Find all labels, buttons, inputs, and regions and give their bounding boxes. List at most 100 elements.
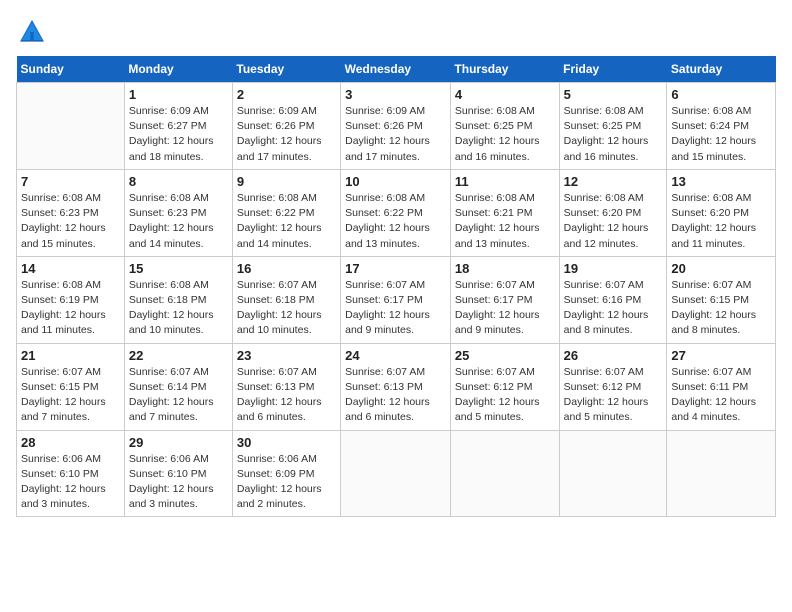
weekday-header: Saturday — [667, 56, 776, 83]
calendar-table: SundayMondayTuesdayWednesdayThursdayFrid… — [16, 56, 776, 517]
calendar-cell — [17, 83, 125, 170]
day-info: Sunrise: 6:07 AMSunset: 6:17 PMDaylight:… — [455, 278, 555, 339]
day-info: Sunrise: 6:07 AMSunset: 6:13 PMDaylight:… — [237, 365, 336, 426]
day-number: 21 — [21, 348, 120, 363]
calendar-cell: 3 Sunrise: 6:09 AMSunset: 6:26 PMDaylight… — [341, 83, 451, 170]
day-info: Sunrise: 6:07 AMSunset: 6:11 PMDaylight:… — [671, 365, 771, 426]
day-info: Sunrise: 6:09 AMSunset: 6:26 PMDaylight:… — [345, 104, 446, 165]
weekday-header: Sunday — [17, 56, 125, 83]
calendar-cell: 2 Sunrise: 6:09 AMSunset: 6:26 PMDaylight… — [232, 83, 340, 170]
day-number: 28 — [21, 435, 120, 450]
calendar-cell: 6 Sunrise: 6:08 AMSunset: 6:24 PMDaylight… — [667, 83, 776, 170]
day-number: 7 — [21, 174, 120, 189]
calendar-cell: 16 Sunrise: 6:07 AMSunset: 6:18 PMDayligh… — [232, 256, 340, 343]
calendar-week-row: 1 Sunrise: 6:09 AMSunset: 6:27 PMDaylight… — [17, 83, 776, 170]
weekday-header: Monday — [124, 56, 232, 83]
calendar-cell: 12 Sunrise: 6:08 AMSunset: 6:20 PMDayligh… — [559, 169, 667, 256]
day-number: 3 — [345, 87, 446, 102]
calendar-cell: 5Sunrise: 6:08 AMSunset: 6:25 PMDaylight… — [559, 83, 667, 170]
calendar-cell: 29 Sunrise: 6:06 AMSunset: 6:10 PMDayligh… — [124, 430, 232, 517]
calendar-cell: 30Sunrise: 6:06 AMSunset: 6:09 PMDayligh… — [232, 430, 340, 517]
calendar-cell — [341, 430, 451, 517]
weekday-header: Tuesday — [232, 56, 340, 83]
day-number: 22 — [129, 348, 228, 363]
day-number: 6 — [671, 87, 771, 102]
weekday-header-row: SundayMondayTuesdayWednesdayThursdayFrid… — [17, 56, 776, 83]
day-number: 26 — [564, 348, 663, 363]
day-number: 23 — [237, 348, 336, 363]
calendar-week-row: 28 Sunrise: 6:06 AMSunset: 6:10 PMDayligh… — [17, 430, 776, 517]
page-header — [16, 16, 776, 48]
day-info: Sunrise: 6:06 AMSunset: 6:09 PMDaylight:… — [237, 452, 336, 513]
day-info: Sunrise: 6:08 AMSunset: 6:20 PMDaylight:… — [671, 191, 771, 252]
day-info: Sunrise: 6:08 AMSunset: 6:19 PMDaylight:… — [21, 278, 120, 339]
calendar-cell: 15Sunrise: 6:08 AMSunset: 6:18 PMDayligh… — [124, 256, 232, 343]
weekday-header: Wednesday — [341, 56, 451, 83]
day-info: Sunrise: 6:07 AMSunset: 6:13 PMDaylight:… — [345, 365, 446, 426]
day-info: Sunrise: 6:07 AMSunset: 6:12 PMDaylight:… — [564, 365, 663, 426]
day-info: Sunrise: 6:07 AMSunset: 6:17 PMDaylight:… — [345, 278, 446, 339]
logo — [16, 16, 52, 48]
calendar-cell: 23 Sunrise: 6:07 AMSunset: 6:13 PMDayligh… — [232, 343, 340, 430]
day-info: Sunrise: 6:09 AMSunset: 6:27 PMDaylight:… — [129, 104, 228, 165]
calendar-cell: 21 Sunrise: 6:07 AMSunset: 6:15 PMDayligh… — [17, 343, 125, 430]
day-info: Sunrise: 6:07 AMSunset: 6:18 PMDaylight:… — [237, 278, 336, 339]
day-number: 4 — [455, 87, 555, 102]
calendar-cell: 24 Sunrise: 6:07 AMSunset: 6:13 PMDayligh… — [341, 343, 451, 430]
day-info: Sunrise: 6:08 AMSunset: 6:21 PMDaylight:… — [455, 191, 555, 252]
day-number: 11 — [455, 174, 555, 189]
day-info: Sunrise: 6:06 AMSunset: 6:10 PMDaylight:… — [21, 452, 120, 513]
calendar-cell: 28 Sunrise: 6:06 AMSunset: 6:10 PMDayligh… — [17, 430, 125, 517]
weekday-header: Thursday — [450, 56, 559, 83]
weekday-header: Friday — [559, 56, 667, 83]
day-number: 16 — [237, 261, 336, 276]
day-number: 13 — [671, 174, 771, 189]
day-number: 24 — [345, 348, 446, 363]
day-info: Sunrise: 6:08 AMSunset: 6:24 PMDaylight:… — [671, 104, 771, 165]
calendar-cell: 14 Sunrise: 6:08 AMSunset: 6:19 PMDayligh… — [17, 256, 125, 343]
calendar-week-row: 21 Sunrise: 6:07 AMSunset: 6:15 PMDayligh… — [17, 343, 776, 430]
calendar-cell: 22 Sunrise: 6:07 AMSunset: 6:14 PMDayligh… — [124, 343, 232, 430]
day-info: Sunrise: 6:09 AMSunset: 6:26 PMDaylight:… — [237, 104, 336, 165]
day-number: 9 — [237, 174, 336, 189]
calendar-cell: 27 Sunrise: 6:07 AMSunset: 6:11 PMDayligh… — [667, 343, 776, 430]
calendar-cell: 10Sunrise: 6:08 AMSunset: 6:22 PMDayligh… — [341, 169, 451, 256]
day-number: 20 — [671, 261, 771, 276]
day-info: Sunrise: 6:07 AMSunset: 6:12 PMDaylight:… — [455, 365, 555, 426]
day-number: 25 — [455, 348, 555, 363]
day-info: Sunrise: 6:07 AMSunset: 6:15 PMDaylight:… — [21, 365, 120, 426]
day-info: Sunrise: 6:07 AMSunset: 6:14 PMDaylight:… — [129, 365, 228, 426]
day-info: Sunrise: 6:08 AMSunset: 6:20 PMDaylight:… — [564, 191, 663, 252]
day-number: 8 — [129, 174, 228, 189]
day-number: 1 — [129, 87, 228, 102]
day-number: 12 — [564, 174, 663, 189]
day-number: 2 — [237, 87, 336, 102]
calendar-cell: 9 Sunrise: 6:08 AMSunset: 6:22 PMDaylight… — [232, 169, 340, 256]
day-info: Sunrise: 6:08 AMSunset: 6:18 PMDaylight:… — [129, 278, 228, 339]
calendar-week-row: 7 Sunrise: 6:08 AMSunset: 6:23 PMDaylight… — [17, 169, 776, 256]
calendar-cell: 25 Sunrise: 6:07 AMSunset: 6:12 PMDayligh… — [450, 343, 559, 430]
day-number: 27 — [671, 348, 771, 363]
day-number: 14 — [21, 261, 120, 276]
calendar-cell — [559, 430, 667, 517]
day-info: Sunrise: 6:08 AMSunset: 6:25 PMDaylight:… — [564, 104, 663, 165]
day-info: Sunrise: 6:08 AMSunset: 6:23 PMDaylight:… — [129, 191, 228, 252]
calendar-cell: 8 Sunrise: 6:08 AMSunset: 6:23 PMDaylight… — [124, 169, 232, 256]
calendar-cell — [450, 430, 559, 517]
day-info: Sunrise: 6:08 AMSunset: 6:22 PMDaylight:… — [237, 191, 336, 252]
day-number: 19 — [564, 261, 663, 276]
day-info: Sunrise: 6:08 AMSunset: 6:23 PMDaylight:… — [21, 191, 120, 252]
day-info: Sunrise: 6:07 AMSunset: 6:16 PMDaylight:… — [564, 278, 663, 339]
day-info: Sunrise: 6:06 AMSunset: 6:10 PMDaylight:… — [129, 452, 228, 513]
calendar-cell: 11 Sunrise: 6:08 AMSunset: 6:21 PMDayligh… — [450, 169, 559, 256]
calendar-week-row: 14 Sunrise: 6:08 AMSunset: 6:19 PMDayligh… — [17, 256, 776, 343]
calendar-cell: 17Sunrise: 6:07 AMSunset: 6:17 PMDayligh… — [341, 256, 451, 343]
calendar-cell: 18Sunrise: 6:07 AMSunset: 6:17 PMDayligh… — [450, 256, 559, 343]
day-number: 29 — [129, 435, 228, 450]
calendar-cell: 13 Sunrise: 6:08 AMSunset: 6:20 PMDayligh… — [667, 169, 776, 256]
calendar-cell: 20 Sunrise: 6:07 AMSunset: 6:15 PMDayligh… — [667, 256, 776, 343]
calendar-cell: 7 Sunrise: 6:08 AMSunset: 6:23 PMDaylight… — [17, 169, 125, 256]
day-info: Sunrise: 6:07 AMSunset: 6:15 PMDaylight:… — [671, 278, 771, 339]
calendar-cell: 1 Sunrise: 6:09 AMSunset: 6:27 PMDaylight… — [124, 83, 232, 170]
calendar-cell: 4Sunrise: 6:08 AMSunset: 6:25 PMDaylight… — [450, 83, 559, 170]
